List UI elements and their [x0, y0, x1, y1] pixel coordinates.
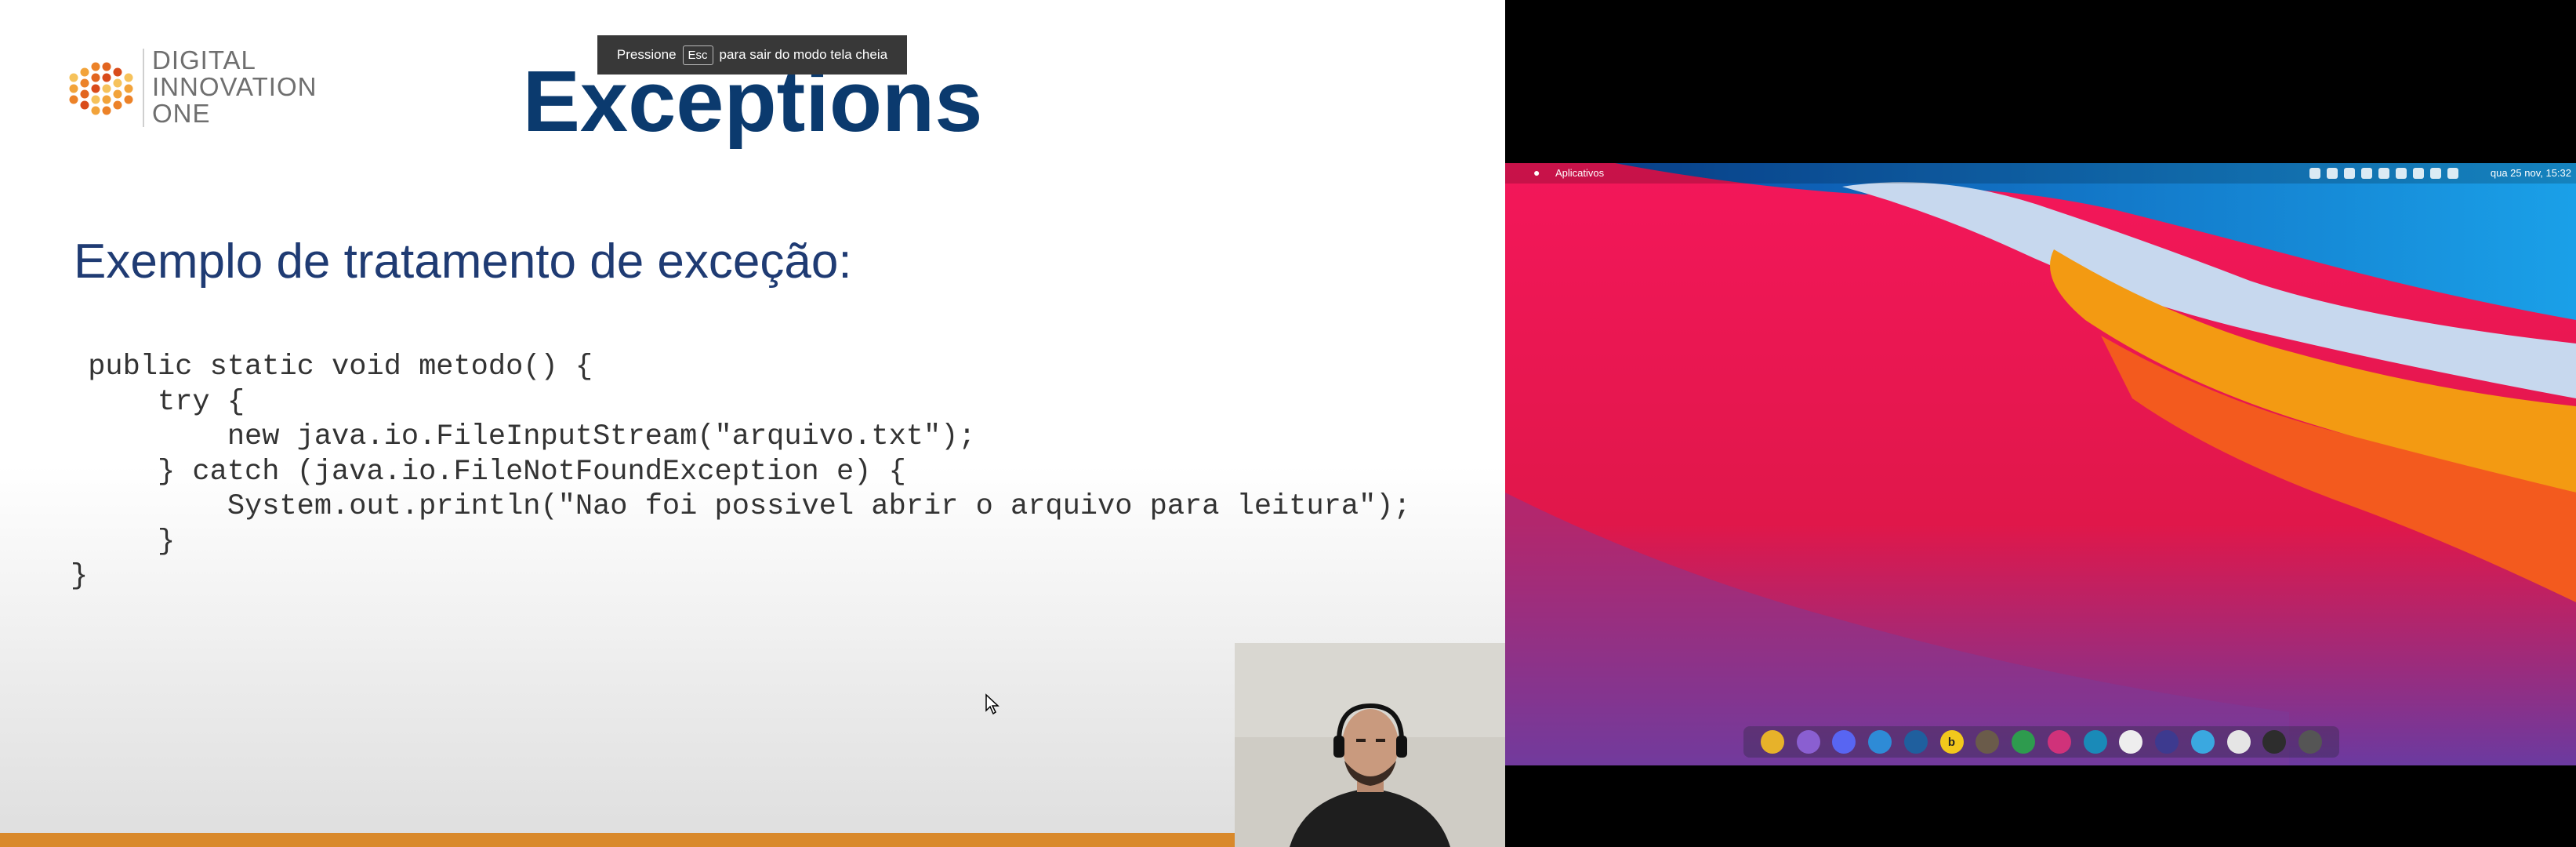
moon-icon[interactable]	[2155, 730, 2179, 754]
keyboard-icon[interactable]	[2309, 168, 2320, 179]
toast-text-after: para sair do modo tela cheia	[719, 47, 888, 62]
fullscreen-exit-toast: Pressione Esc para sair do modo tela che…	[597, 35, 907, 75]
presentation-slide: DIGITAL INNOVATION ONE Exceptions Exempl…	[0, 0, 1505, 847]
desktop-wallpaper	[1505, 163, 2576, 765]
desktop-top-bar: ● Aplicativos qua 25 nov, 15:32	[1505, 163, 2576, 184]
cube-icon[interactable]	[2083, 730, 2107, 754]
discord-icon[interactable]	[1832, 730, 1856, 754]
code-line: new java.io.FileInputStream("arquivo.txt…	[71, 420, 976, 453]
code-line: }	[71, 525, 176, 558]
clock[interactable]: qua 25 nov, 15:32	[2491, 167, 2571, 179]
typora-icon[interactable]	[2119, 730, 2143, 754]
bluetooth-icon[interactable]	[2378, 168, 2389, 179]
wifi-icon[interactable]	[2361, 168, 2372, 179]
vscode-icon[interactable]	[1903, 730, 1928, 754]
network-icon[interactable]	[2430, 168, 2441, 179]
discord-icon[interactable]	[2327, 168, 2338, 179]
files-icon[interactable]	[1868, 730, 1892, 754]
webcam-overlay	[1235, 643, 1505, 847]
volume-icon[interactable]	[2447, 168, 2458, 179]
unity-icon[interactable]	[2344, 168, 2355, 179]
code-line: }	[71, 560, 89, 593]
gnome-icon[interactable]	[1796, 730, 1820, 754]
desktop-screen-area: ● Aplicativos qua 25 nov, 15:32 b	[1505, 0, 2576, 847]
dock: b	[1743, 726, 2339, 758]
code-line: } catch (java.io.FileNotFoundException e…	[71, 455, 906, 489]
chrome-icon[interactable]	[1760, 730, 1784, 754]
desktop: ● Aplicativos qua 25 nov, 15:32 b	[1505, 163, 2576, 765]
slide-subtitle: Exemplo de tratamento de exceção:	[74, 234, 852, 289]
mouse-cursor-icon	[985, 693, 1000, 715]
toast-text-before: Pressione	[616, 47, 677, 62]
presenter-video	[1235, 643, 1505, 847]
circle-icon[interactable]	[2226, 730, 2251, 754]
applications-menu[interactable]: Aplicativos	[1555, 167, 1604, 179]
code-line: public static void metodo() {	[71, 351, 593, 384]
code-block: public static void metodo() { try { new …	[71, 350, 1411, 594]
code-line: try {	[71, 385, 245, 419]
globe-icon[interactable]	[2190, 730, 2215, 754]
code-line: System.out.println("Nao foi possivel abr…	[71, 490, 1411, 523]
beekeeper-icon[interactable]: b	[1939, 730, 1964, 754]
battery-icon[interactable]	[2396, 168, 2407, 179]
mongodb-icon[interactable]	[2012, 730, 2035, 754]
apple-logo-icon[interactable]: ●	[1533, 166, 1540, 179]
gimp-icon[interactable]	[1976, 730, 2000, 754]
shield-icon[interactable]	[2413, 168, 2424, 179]
intellij-icon[interactable]	[2047, 730, 2071, 754]
terminal-icon[interactable]	[2262, 730, 2287, 754]
esc-key-badge: Esc	[682, 45, 713, 65]
settings-icon[interactable]	[2298, 730, 2322, 754]
system-tray	[2309, 168, 2458, 179]
